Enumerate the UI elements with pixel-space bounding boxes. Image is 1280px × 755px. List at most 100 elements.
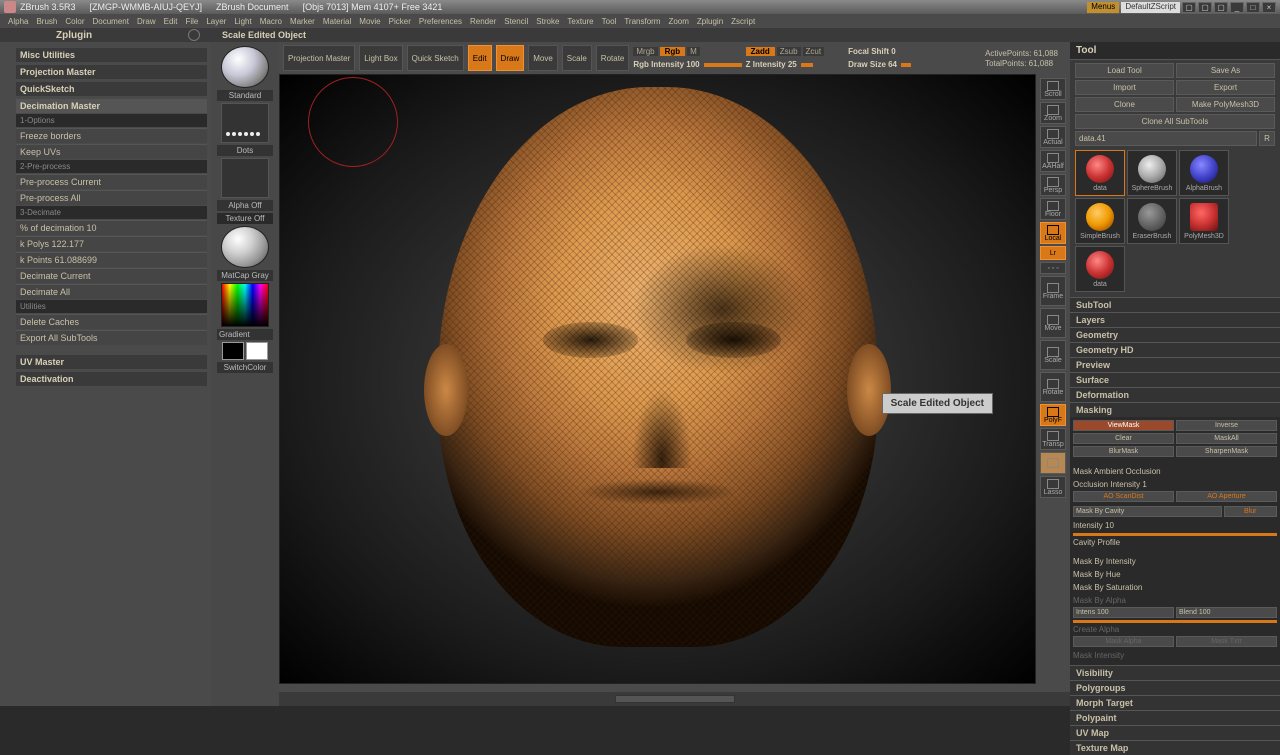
menu-tool[interactable]: Tool: [602, 17, 617, 26]
menu-document[interactable]: Document: [93, 17, 129, 26]
minimize-button[interactable]: _: [1230, 2, 1244, 13]
viewport[interactable]: Scale Edited Object: [279, 74, 1036, 684]
mask-ao-button[interactable]: Mask Ambient Occlusion: [1073, 465, 1277, 478]
blurmask-button[interactable]: BlurMask: [1073, 446, 1174, 457]
m-toggle[interactable]: M: [687, 47, 700, 56]
menu-layer[interactable]: Layer: [206, 17, 226, 26]
menu-edit[interactable]: Edit: [164, 17, 178, 26]
rgb-intensity-slider[interactable]: [704, 63, 742, 67]
polyf-icon[interactable]: PolyF: [1040, 404, 1066, 426]
draw-size-slider[interactable]: [901, 63, 911, 67]
menu-alpha[interactable]: Alpha: [8, 17, 28, 26]
win-btn-1[interactable]: ▢: [1182, 2, 1196, 13]
section-deformation[interactable]: Deformation: [1070, 387, 1280, 402]
persp-icon[interactable]: Persp: [1040, 174, 1066, 196]
section-geometryhd[interactable]: Geometry HD: [1070, 342, 1280, 357]
swatch-white[interactable]: [246, 342, 268, 360]
maximize-button[interactable]: □: [1246, 2, 1260, 13]
occlusion-intensity[interactable]: Occlusion Intensity 1: [1073, 478, 1277, 491]
mask-by-saturation[interactable]: Mask By Saturation: [1073, 581, 1277, 594]
z-intensity-slider[interactable]: [801, 63, 813, 67]
mask-by-cavity[interactable]: Mask By Cavity: [1073, 506, 1222, 517]
z-intensity[interactable]: Z Intensity 25: [746, 60, 797, 69]
preprocess-all[interactable]: Pre-process All: [16, 190, 207, 205]
section-polygroups[interactable]: Polygroups: [1070, 680, 1280, 695]
inverse-button[interactable]: Inverse: [1176, 420, 1277, 431]
viewmask-button[interactable]: ViewMask: [1073, 420, 1174, 431]
cavity-intensity[interactable]: Intensity 10: [1073, 519, 1277, 532]
section-preview[interactable]: Preview: [1070, 357, 1280, 372]
focal-shift[interactable]: Focal Shift 0: [848, 47, 896, 56]
win-btn-2[interactable]: ▢: [1198, 2, 1212, 13]
menu-stroke[interactable]: Stroke: [536, 17, 559, 26]
section-geometry[interactable]: Geometry: [1070, 327, 1280, 342]
menu-brush[interactable]: Brush: [36, 17, 57, 26]
aahalf-icon[interactable]: AAHalf: [1040, 150, 1066, 172]
frame-icon[interactable]: Frame: [1040, 276, 1066, 306]
load-tool-button[interactable]: Load Tool: [1075, 63, 1174, 78]
lasso-icon[interactable]: Lasso: [1040, 476, 1066, 498]
section-morphtarget[interactable]: Morph Target: [1070, 695, 1280, 710]
scroll-icon[interactable]: Scroll: [1040, 78, 1066, 100]
menu-transform[interactable]: Transform: [624, 17, 660, 26]
clone-all-subtools-button[interactable]: Clone All SubTools: [1075, 114, 1275, 129]
draw-size[interactable]: Draw Size 64: [848, 60, 897, 69]
xyz-icon[interactable]: ◦ ◦ ◦: [1040, 262, 1066, 274]
scale-button[interactable]: Scale: [562, 45, 592, 71]
menu-draw[interactable]: Draw: [137, 17, 156, 26]
default-zscript[interactable]: DefaultZScript: [1121, 2, 1180, 13]
move-icon[interactable]: Move: [1040, 308, 1066, 338]
menu-zplugin[interactable]: Zplugin: [697, 17, 723, 26]
thumb-eraserbrush[interactable]: EraserBrush: [1127, 198, 1177, 244]
section-texturemap[interactable]: Texture Map: [1070, 740, 1280, 755]
rgb-intensity[interactable]: Rgb Intensity 100: [633, 60, 699, 69]
uv-master[interactable]: UV Master: [16, 355, 207, 369]
menu-marker[interactable]: Marker: [290, 17, 315, 26]
quick-sketch-button[interactable]: Quick Sketch: [407, 45, 464, 71]
gradient-label[interactable]: Gradient: [217, 329, 273, 340]
menu-material[interactable]: Material: [323, 17, 351, 26]
light-box-button[interactable]: Light Box: [359, 45, 402, 71]
ao-aperture[interactable]: AO Aperture: [1176, 491, 1277, 502]
export-button[interactable]: Export: [1176, 80, 1275, 95]
ao-scandist[interactable]: AO ScanDist: [1073, 491, 1174, 502]
thumb-alphabrush[interactable]: AlphaBrush: [1179, 150, 1229, 196]
decimate-all[interactable]: Decimate All: [16, 284, 207, 299]
lr-icon[interactable]: Lr: [1040, 246, 1066, 260]
section-layers[interactable]: Layers: [1070, 312, 1280, 327]
swatch-black[interactable]: [222, 342, 244, 360]
make-polymesh3d-button[interactable]: Make PolyMesh3D: [1176, 97, 1275, 112]
floor-icon[interactable]: Floor: [1040, 198, 1066, 220]
reload-icon[interactable]: [188, 29, 200, 41]
clear-button[interactable]: Clear: [1073, 433, 1174, 444]
k-points[interactable]: k Points 61.088699: [16, 252, 207, 267]
mask-blend[interactable]: Blend 100: [1176, 607, 1277, 618]
freeze-borders[interactable]: Freeze borders: [16, 128, 207, 143]
menu-macro[interactable]: Macro: [260, 17, 282, 26]
sharpenmask-button[interactable]: SharpenMask: [1176, 446, 1277, 457]
menu-preferences[interactable]: Preferences: [419, 17, 462, 26]
color-picker[interactable]: [221, 283, 269, 327]
thumb-simplebrush[interactable]: SimpleBrush: [1075, 198, 1125, 244]
section-surface[interactable]: Surface: [1070, 372, 1280, 387]
section-uvmap[interactable]: UV Map: [1070, 725, 1280, 740]
section-polypaint[interactable]: Polypaint: [1070, 710, 1280, 725]
thumb-data2[interactable]: data: [1075, 246, 1125, 292]
section-masking[interactable]: Masking: [1070, 402, 1280, 417]
thumb-polymesh3d[interactable]: PolyMesh3D: [1179, 198, 1229, 244]
actual-icon[interactable]: Actual: [1040, 126, 1066, 148]
rotate-button[interactable]: Rotate: [596, 45, 630, 71]
brush-preview[interactable]: [221, 46, 269, 88]
tool-panel-reload-icon[interactable]: [1264, 46, 1274, 56]
decimate-current[interactable]: Decimate Current: [16, 268, 207, 283]
rotate-icon[interactable]: Rotate: [1040, 372, 1066, 402]
clone-button[interactable]: Clone: [1075, 97, 1174, 112]
thumb-data[interactable]: data: [1075, 150, 1125, 196]
stroke-preview[interactable]: [221, 103, 269, 143]
mask-by-hue[interactable]: Mask By Hue: [1073, 568, 1277, 581]
menu-render[interactable]: Render: [470, 17, 496, 26]
win-btn-3[interactable]: ▢: [1214, 2, 1228, 13]
draw-button[interactable]: Draw: [496, 45, 525, 71]
scale-icon[interactable]: Scale: [1040, 340, 1066, 370]
menu-picker[interactable]: Picker: [389, 17, 411, 26]
